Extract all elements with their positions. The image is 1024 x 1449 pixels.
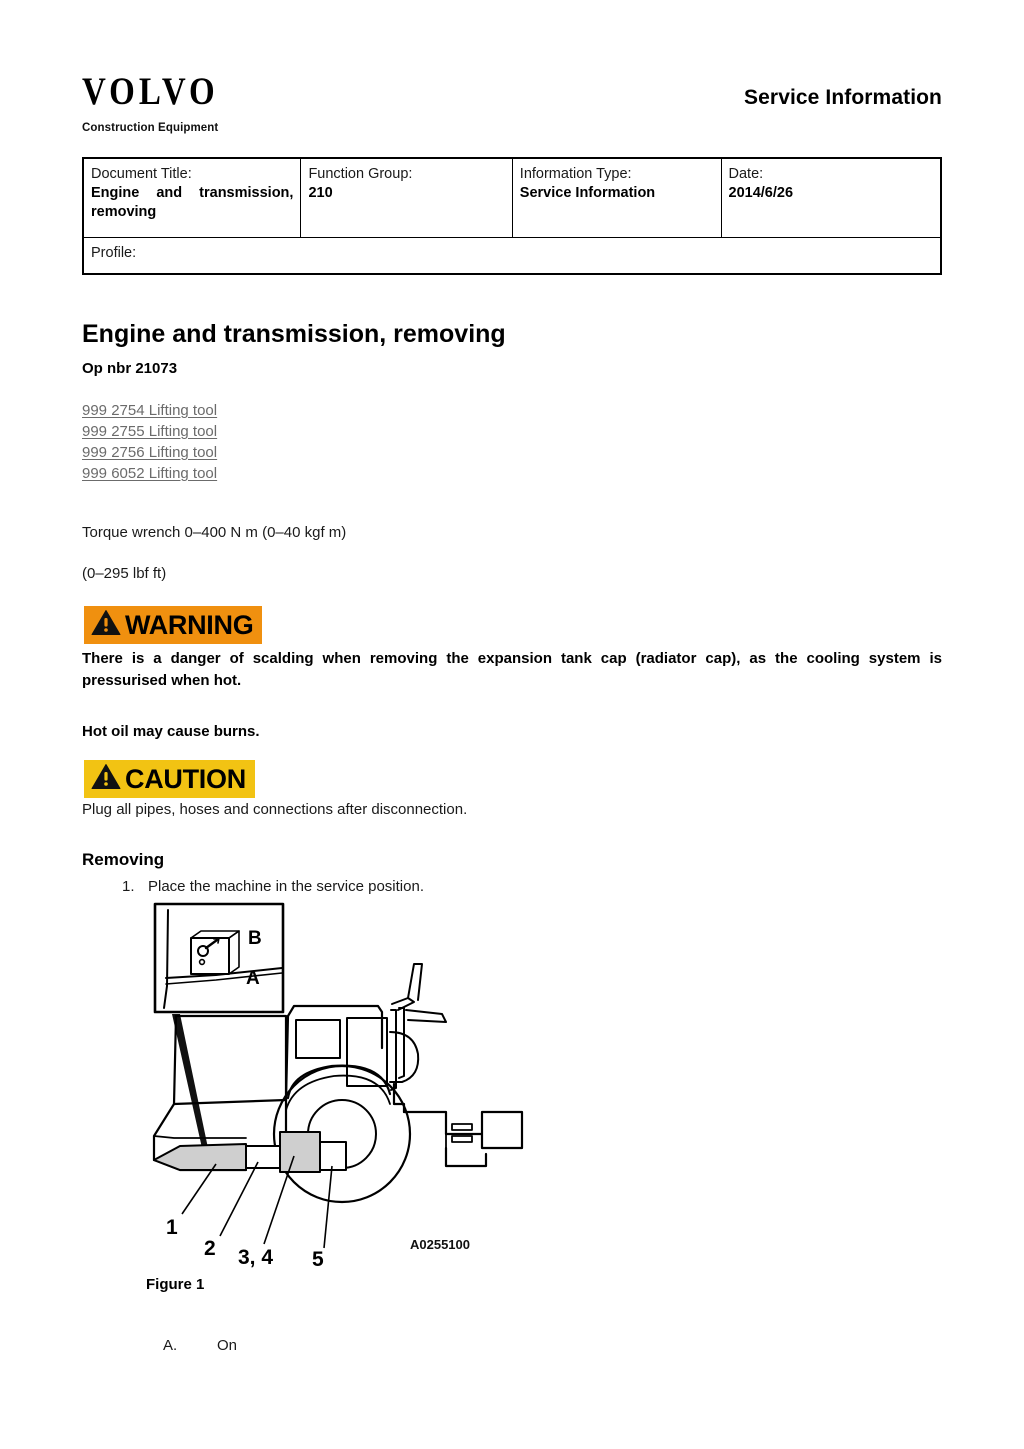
cell-value-document-title: Engine and transmission, removing [91, 185, 294, 220]
step-number-1: 1. [122, 878, 135, 895]
section-heading-removing: Removing [82, 850, 165, 870]
cell-value-date: 2014/6/26 [728, 185, 794, 201]
document-info-table: Document Title: Engine and transmission,… [82, 157, 942, 275]
hauler-line-drawing: B A 1 2 3, 4 5 A0255100 [152, 902, 524, 1268]
figure-illustration: B A 1 2 3, 4 5 A0255100 [146, 898, 546, 1268]
figure-caption: Figure 1 [146, 1276, 205, 1293]
callout-3-4: 3, 4 [238, 1246, 273, 1268]
callout-5: 5 [312, 1248, 324, 1268]
tool-list: 999 2754 Lifting tool 999 2755 Lifting t… [82, 400, 217, 484]
torque-wrench-spec: Torque wrench 0–400 N m (0–40 kgf m) [82, 524, 347, 541]
cell-value-function-group: 210 [308, 185, 333, 201]
volvo-logo-text: VOLVO [82, 70, 219, 114]
tool-link-2[interactable]: 999 2755 Lifting tool [82, 421, 217, 442]
tool-link-4[interactable]: 999 6052 Lifting tool [82, 463, 217, 484]
cell-document-title: Document Title: Engine and transmission,… [84, 159, 302, 238]
volvo-brand: VOLVO Construction Equipment [82, 72, 219, 134]
procedure-step-1: 1. Place the machine in the service posit… [122, 878, 682, 895]
step-text-1: Place the machine in the service positio… [148, 878, 424, 895]
callout-2: 2 [204, 1237, 216, 1260]
warning-secondary-text: Hot oil may cause burns. [82, 723, 260, 740]
warning-label: WARNING [125, 609, 254, 640]
cell-date: Date: 2014/6/26 [721, 159, 940, 238]
legend-value-a: On [217, 1337, 238, 1354]
tool-link-3[interactable]: 999 2756 Lifting tool [82, 442, 217, 463]
document-heading: Engine and transmission, removing [82, 319, 506, 348]
figure-image-id: A0255100 [410, 1237, 470, 1252]
page-header: VOLVO Construction Equipment Service Inf… [82, 72, 942, 144]
warning-triangle-icon [91, 609, 121, 641]
tool-link-1[interactable]: 999 2754 Lifting tool [82, 400, 217, 421]
caution-text: Plug all pipes, hoses and connections af… [82, 801, 468, 818]
legend-key-a: A. [163, 1337, 178, 1354]
cell-function-group: Function Group: 210 [300, 159, 513, 238]
table-row: Document Title: Engine and transmission,… [84, 159, 940, 238]
cell-information-type: Information Type: Service Information [512, 159, 722, 238]
cell-profile: Profile: [84, 238, 940, 274]
cell-label-profile: Profile: [91, 245, 137, 261]
inset-label-b: B [248, 928, 262, 949]
warning-banner: WARNING [84, 606, 263, 644]
callout-1: 1 [166, 1216, 178, 1239]
brand-subtitle: Construction Equipment [82, 122, 219, 134]
legend-item-a: A. On [163, 1337, 237, 1354]
operation-number: Op nbr 21073 [82, 360, 178, 377]
warning-text: There is a danger of scalding when remov… [82, 650, 942, 689]
cell-label-date: Date: [728, 166, 764, 182]
service-information-page: VOLVO Construction Equipment Service Inf… [0, 0, 1024, 1449]
inset-label-a: A [246, 968, 260, 989]
caution-banner: CAUTION [84, 760, 255, 798]
cell-label-document-title: Document Title: [91, 166, 192, 182]
table-row-profile: Profile: [84, 238, 940, 274]
caution-triangle-icon [91, 763, 121, 795]
page-title: Service Information [744, 86, 942, 109]
cell-value-information-type: Service Information [519, 185, 656, 201]
cell-label-information-type: Information Type: [519, 166, 632, 182]
caution-label: CAUTION [125, 763, 246, 794]
torque-wrench-spec-imperial: (0–295 lbf ft) [82, 565, 167, 582]
cell-label-function-group: Function Group: [308, 166, 413, 182]
